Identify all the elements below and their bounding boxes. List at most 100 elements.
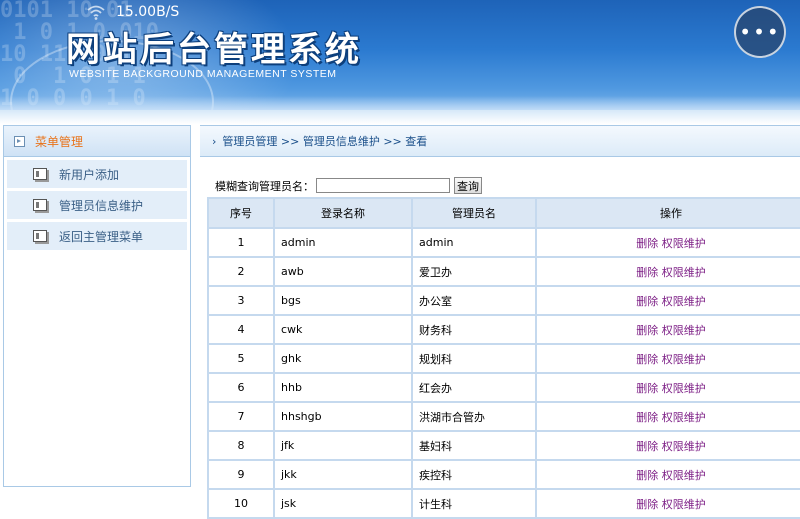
sidebar-item-label: 管理员信息维护 [59,198,144,213]
permission-link[interactable]: 权限维护 [662,295,706,308]
cell-no: 4 [209,316,273,343]
cell-login: admin [275,229,411,256]
cell-no: 7 [209,403,273,430]
delete-link[interactable]: 删除 [636,498,658,511]
cell-login: cwk [275,316,411,343]
delete-link[interactable]: 删除 [636,295,658,308]
sidebar-item-add-user[interactable]: 新用户添加 [7,160,187,188]
col-header-action: 操作 [537,199,800,227]
search-input[interactable] [316,178,450,193]
document-icon [33,168,47,180]
permission-link[interactable]: 权限维护 [662,498,706,511]
cell-actions: 删除 权限维护 [537,287,800,314]
cell-no: 6 [209,374,273,401]
table-row: 7 hhshgb 洪湖市合管办 删除 权限维护 [209,403,800,430]
cell-name: 红会办 [413,374,535,401]
cell-actions: 删除 权限维护 [537,374,800,401]
cell-actions: 删除 权限维护 [537,258,800,285]
sidebar-item-admin-info[interactable]: 管理员信息维护 [7,191,187,219]
more-options-button[interactable]: ••• [734,6,786,58]
cell-no: 9 [209,461,273,488]
cell-name: 规划科 [413,345,535,372]
cell-name: 财务科 [413,316,535,343]
header-banner: 0101 10 01 1 0 1 0 010 10 11 00 1 0 0 1 … [0,0,800,110]
cell-actions: 删除 权限维护 [537,490,800,517]
col-header-name: 管理员名 [413,199,535,227]
sidebar-header[interactable]: 菜单管理 [4,126,190,157]
cell-actions: 删除 权限维护 [537,345,800,372]
document-icon [33,199,47,211]
sidebar-item-label: 返回主管理菜单 [59,229,144,244]
cell-actions: 删除 权限维护 [537,403,800,430]
cell-login: jkk [275,461,411,488]
delete-link[interactable]: 删除 [636,353,658,366]
app-title: 网站后台管理系统 [66,30,362,70]
cell-name: 疾控科 [413,461,535,488]
cell-login: awb [275,258,411,285]
cell-actions: 删除 权限维护 [537,229,800,256]
cell-login: ghk [275,345,411,372]
table-row: 2 awb 爱卫办 删除 权限维护 [209,258,800,285]
cell-login: hhshgb [275,403,411,430]
more-icon: ••• [739,20,781,44]
cell-login: jfk [275,432,411,459]
cell-no: 1 [209,229,273,256]
cell-actions: 删除 权限维护 [537,316,800,343]
app-subtitle: WEBSITE BACKGROUND MANAGEMENT SYSTEM [69,68,337,80]
expand-icon [14,135,25,147]
table-row: 8 jfk 基妇科 删除 权限维护 [209,432,800,459]
breadcrumb-text: 管理员管理 >> 管理员信息维护 >> 查看 [222,135,428,148]
delete-link[interactable]: 删除 [636,266,658,279]
banner-wave [0,96,800,110]
search-button[interactable]: 查询 [454,177,482,194]
wifi-icon [87,5,105,20]
table-row: 4 cwk 财务科 删除 权限维护 [209,316,800,343]
table-row: 3 bgs 办公室 删除 权限维护 [209,287,800,314]
cell-name: 计生科 [413,490,535,517]
table-row: 10 jsk 计生科 删除 权限维护 [209,490,800,517]
breadcrumb: › 管理员管理 >> 管理员信息维护 >> 查看 [200,125,800,157]
cell-login: hhb [275,374,411,401]
permission-link[interactable]: 权限维护 [662,440,706,453]
cell-no: 10 [209,490,273,517]
permission-link[interactable]: 权限维护 [662,382,706,395]
cell-name: 洪湖市合管办 [413,403,535,430]
header-separator [0,110,800,124]
permission-link[interactable]: 权限维护 [662,324,706,337]
sidebar: 菜单管理 新用户添加 管理员信息维护 返回主管理菜单 [3,125,191,487]
cell-no: 8 [209,432,273,459]
cell-login: bgs [275,287,411,314]
cell-login: jsk [275,490,411,517]
table-header-row: 序号 登录名称 管理员名 操作 [209,199,800,227]
search-bar: 模糊查询管理员名： 查询 [215,177,482,194]
cell-no: 5 [209,345,273,372]
permission-link[interactable]: 权限维护 [662,353,706,366]
cell-name: admin [413,229,535,256]
network-speed: 15.00B/S [116,4,180,20]
delete-link[interactable]: 删除 [636,382,658,395]
search-label: 模糊查询管理员名： [215,179,314,193]
cell-no: 2 [209,258,273,285]
sidebar-item-label: 新用户添加 [59,167,120,182]
permission-link[interactable]: 权限维护 [662,237,706,250]
delete-link[interactable]: 删除 [636,324,658,337]
col-header-no: 序号 [209,199,273,227]
cell-name: 办公室 [413,287,535,314]
sidebar-item-back-main[interactable]: 返回主管理菜单 [7,222,187,250]
cell-name: 爱卫办 [413,258,535,285]
admin-table: 序号 登录名称 管理员名 操作 1 admin admin 删除 权限维护 2 awb 爱卫… [207,197,800,519]
cell-name: 基妇科 [413,432,535,459]
delete-link[interactable]: 删除 [636,237,658,250]
delete-link[interactable]: 删除 [636,411,658,424]
permission-link[interactable]: 权限维护 [662,411,706,424]
delete-link[interactable]: 删除 [636,440,658,453]
table-row: 6 hhb 红会办 删除 权限维护 [209,374,800,401]
table-row: 1 admin admin 删除 权限维护 [209,229,800,256]
table-row: 9 jkk 疾控科 删除 权限维护 [209,461,800,488]
col-header-login: 登录名称 [275,199,411,227]
cell-actions: 删除 权限维护 [537,461,800,488]
main-content: › 管理员管理 >> 管理员信息维护 >> 查看 模糊查询管理员名： 查询 序号… [200,125,800,519]
sidebar-title: 菜单管理 [35,134,84,149]
cell-actions: 删除 权限维护 [537,432,800,459]
permission-link[interactable]: 权限维护 [662,266,706,279]
